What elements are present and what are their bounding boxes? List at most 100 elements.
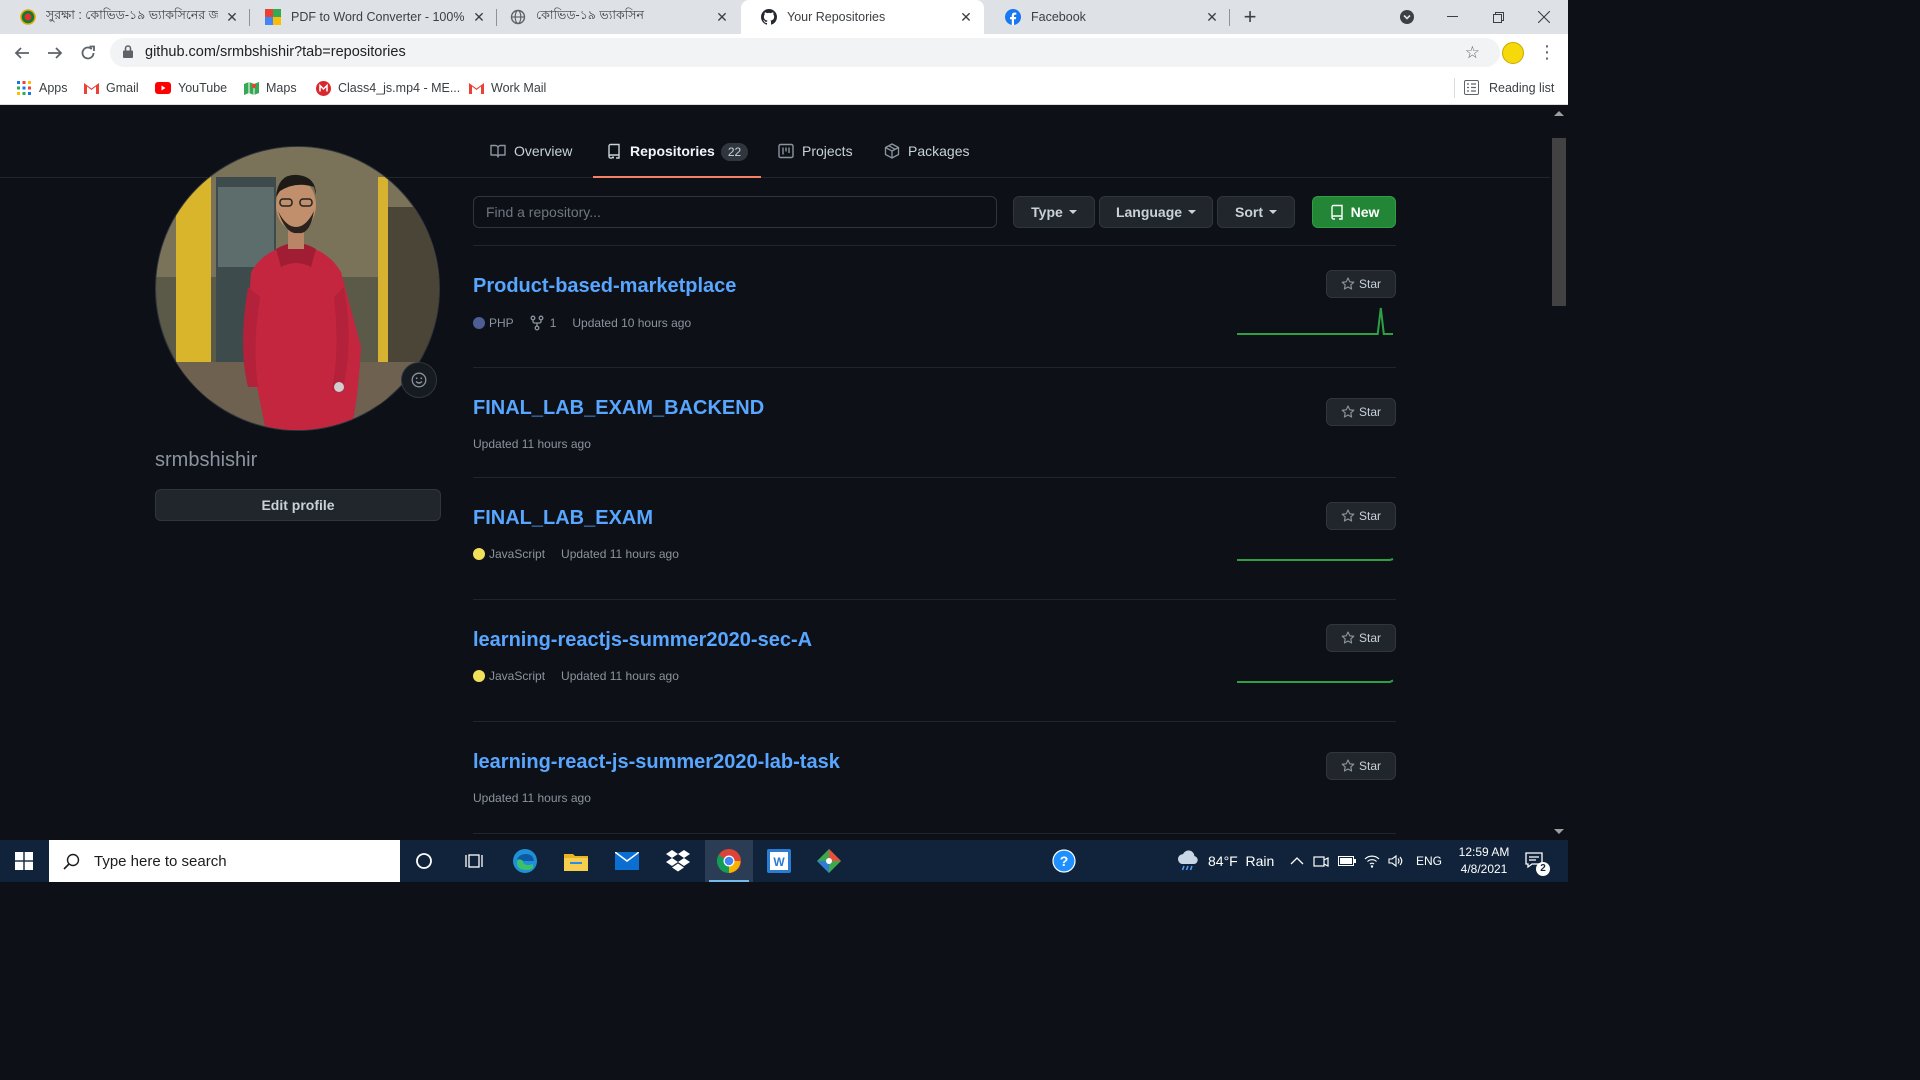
browser-tab-pdf[interactable]: PDF to Word Converter - 100% Fr ✕ xyxy=(245,0,497,34)
repo-updated: Updated 11 hours ago xyxy=(561,547,679,561)
tab-projects[interactable]: Projects xyxy=(778,143,853,177)
activity-sparkline xyxy=(1237,679,1394,683)
repo-list-item: learning-reactjs-summer2020-sec-A JavaSc… xyxy=(473,600,1396,722)
star-button[interactable]: Star xyxy=(1326,624,1396,652)
sort-filter-button[interactable]: Sort xyxy=(1217,196,1295,228)
close-tab-icon[interactable]: ✕ xyxy=(471,9,487,26)
git-kraken-icon[interactable] xyxy=(805,840,853,882)
volume-icon[interactable] xyxy=(1388,840,1404,882)
close-tab-icon[interactable]: ✕ xyxy=(1204,9,1220,26)
star-label: Star xyxy=(1358,759,1381,773)
forks-link[interactable]: 1 xyxy=(530,315,556,331)
restore-icon[interactable] xyxy=(1475,0,1521,34)
tab-overview[interactable]: Overview xyxy=(490,143,572,177)
book-icon xyxy=(490,143,506,159)
close-tab-icon[interactable]: ✕ xyxy=(958,9,974,26)
repo-name-link[interactable]: FINAL_LAB_EXAM_BACKEND xyxy=(473,397,764,420)
star-icon xyxy=(1341,277,1355,290)
tray-overflow-chevron-icon[interactable] xyxy=(1290,840,1304,882)
bookmark-label: Work Mail xyxy=(491,81,547,95)
profile-avatar[interactable] xyxy=(155,146,440,431)
scroll-down-icon[interactable] xyxy=(1554,829,1564,834)
taskbar-search-box[interactable]: Type here to search xyxy=(49,840,400,882)
close-tab-icon[interactable]: ✕ xyxy=(224,9,240,26)
battery-icon[interactable] xyxy=(1338,840,1356,882)
repo-language: JavaScript xyxy=(489,669,546,683)
repo-name-link[interactable]: learning-react-js-summer2020-lab-task xyxy=(473,751,840,774)
repo-name-link[interactable]: FINAL_LAB_EXAM xyxy=(473,507,653,530)
file-explorer-icon[interactable] xyxy=(552,840,600,882)
meet-now-icon[interactable] xyxy=(1313,840,1329,882)
tab-title: Facebook xyxy=(1031,10,1086,24)
reload-icon[interactable] xyxy=(74,39,102,67)
bookmark-maps[interactable]: Maps xyxy=(243,78,297,98)
tab-search-icon[interactable] xyxy=(1384,0,1430,34)
star-button[interactable]: Star xyxy=(1326,752,1396,780)
minimize-icon[interactable] xyxy=(1429,0,1475,34)
bookmark-work-mail[interactable]: Work Mail xyxy=(468,78,546,98)
star-button[interactable]: Star xyxy=(1326,270,1396,298)
github-icon xyxy=(761,9,777,25)
new-label: New xyxy=(1350,204,1380,220)
repo-icon xyxy=(1330,204,1343,220)
apps-grid-icon xyxy=(16,80,32,96)
star-button[interactable]: Star xyxy=(1326,502,1396,530)
type-filter-button[interactable]: Type xyxy=(1013,196,1095,228)
tab-packages[interactable]: Packages xyxy=(884,143,969,177)
bookmark-star-icon[interactable]: ☆ xyxy=(1465,43,1480,63)
repo-name-link[interactable]: Product-based-marketplace xyxy=(473,275,736,298)
browser-profile-avatar[interactable] xyxy=(1502,42,1524,64)
task-view-icon[interactable] xyxy=(450,840,498,882)
edit-profile-button[interactable]: Edit profile xyxy=(155,489,441,521)
dropbox-icon[interactable] xyxy=(654,840,702,882)
tab-title: PDF to Word Converter - 100% Fr xyxy=(291,10,465,24)
facebook-icon xyxy=(1005,9,1021,25)
address-bar[interactable]: github.com/srmbshishir?tab=repositories … xyxy=(110,38,1500,67)
bookmark-apps[interactable]: Apps xyxy=(16,78,68,98)
smiley-icon xyxy=(411,372,427,388)
tab-title: সুরক্ষা : কোভিড-১৯ ভ্যাকসিনের জ xyxy=(46,8,218,22)
scroll-up-icon[interactable] xyxy=(1554,111,1564,116)
word-icon[interactable]: W xyxy=(755,840,803,882)
page-scrollbar[interactable] xyxy=(1550,105,1568,840)
bookmark-gmail[interactable]: Gmail xyxy=(83,78,139,98)
back-arrow-icon[interactable] xyxy=(8,39,36,67)
close-tab-icon[interactable]: ✕ xyxy=(714,9,730,26)
input-language-indicator[interactable]: ENG xyxy=(1416,840,1442,882)
find-repository-input[interactable] xyxy=(473,196,997,228)
language-filter-button[interactable]: Language xyxy=(1099,196,1213,228)
browser-tab-github[interactable]: Your Repositories ✕ xyxy=(741,0,984,34)
edge-browser-icon[interactable] xyxy=(501,840,549,882)
scroll-thumb[interactable] xyxy=(1552,138,1566,306)
browser-tab-facebook[interactable]: Facebook ✕ xyxy=(985,0,1230,34)
sparkline-path xyxy=(1237,558,1394,561)
bookmark-youtube[interactable]: YouTube xyxy=(155,78,227,98)
action-center-button[interactable]: 2 xyxy=(1524,840,1550,882)
bookmark-label: Class4_js.mp4 - ME... xyxy=(338,81,461,95)
set-status-button[interactable] xyxy=(401,362,437,398)
profile-username: srmbshishir xyxy=(155,449,258,471)
close-window-icon[interactable] xyxy=(1521,0,1567,34)
weather-widget[interactable]: 84°F Rain xyxy=(1176,840,1274,882)
browser-menu-icon[interactable]: ⋮ xyxy=(1538,42,1556,62)
wifi-icon[interactable] xyxy=(1364,840,1380,882)
cortana-icon[interactable] xyxy=(400,840,448,882)
new-tab-button[interactable]: + xyxy=(1228,0,1272,34)
reading-list-button[interactable]: Reading list xyxy=(1453,78,1554,98)
mail-icon[interactable] xyxy=(603,840,651,882)
star-button[interactable]: Star xyxy=(1326,398,1396,426)
start-button[interactable] xyxy=(0,840,48,882)
tab-label: Overview xyxy=(514,143,573,159)
tab-repositories[interactable]: Repositories 22 xyxy=(592,143,762,178)
repo-name-link[interactable]: learning-reactjs-summer2020-sec-A xyxy=(473,629,812,652)
new-repository-button[interactable]: New xyxy=(1312,196,1396,228)
browser-tab-vaccine[interactable]: কোভিড-১৯ ভ্যাকসিন ✕ xyxy=(490,0,740,34)
forward-arrow-icon[interactable] xyxy=(41,39,69,67)
system-clock[interactable]: 12:59 AM 4/8/2021 xyxy=(1448,844,1520,878)
help-icon[interactable]: ? xyxy=(1040,840,1088,882)
chrome-taskbar-icon[interactable] xyxy=(705,840,753,882)
bookmark-mega[interactable]: Class4_js.mp4 - ME... xyxy=(315,78,460,98)
browser-toolbar: github.com/srmbshishir?tab=repositories … xyxy=(0,34,1568,71)
browser-tab-surokkha[interactable]: সুরক্ষা : কোভিড-১৯ ভ্যাকসিনের জ ✕ xyxy=(0,0,250,34)
rain-cloud-icon xyxy=(1177,850,1198,871)
